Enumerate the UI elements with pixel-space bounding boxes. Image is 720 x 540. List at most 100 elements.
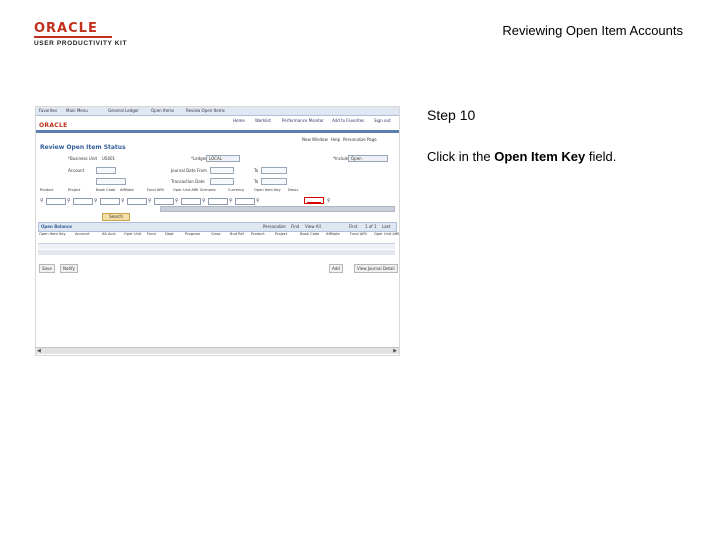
transaction-date-from-field[interactable]: [210, 178, 234, 185]
pager-range: 1 of 1: [365, 224, 377, 229]
step-instruction: Click in the Open Item Key field.: [427, 149, 616, 164]
table-row[interactable]: [38, 250, 395, 255]
lookup-icon[interactable]: ⚲: [256, 198, 260, 204]
journal-date-to-field[interactable]: [261, 167, 287, 174]
horizontal-scrollbar[interactable]: ◀ ▶: [36, 347, 399, 354]
ob-col: Product: [251, 232, 265, 236]
scenario-field[interactable]: [208, 198, 228, 205]
ob-col: Fund Affil: [350, 232, 367, 236]
header-home-link[interactable]: Home: [233, 118, 245, 123]
lookup-icon[interactable]: ⚲: [327, 198, 331, 204]
header-signout-link[interactable]: Sign out: [374, 118, 391, 123]
ob-col: Book Code: [300, 232, 320, 236]
instruction-emphasis: Open Item Key: [494, 149, 586, 164]
breadcrumb-bar: Favorites Main Menu General Ledger Open …: [36, 107, 399, 116]
nav-favorites[interactable]: Favorites: [39, 108, 57, 113]
business-unit-value[interactable]: US001: [102, 156, 115, 161]
search-button[interactable]: Search: [102, 213, 130, 221]
lookup-icon[interactable]: ⚲: [148, 198, 152, 204]
ob-col: Program: [185, 232, 201, 236]
ob-col: Account: [75, 232, 90, 236]
to-label: To: [254, 168, 259, 173]
col-open-item-key: Open Item Key: [254, 188, 281, 192]
col-descr: Descr: [288, 188, 299, 192]
header-favorites-link[interactable]: Add to Favorites: [332, 118, 364, 123]
view-all-link[interactable]: View All: [305, 224, 321, 229]
add-button[interactable]: Add: [329, 264, 343, 273]
nav-general-ledger[interactable]: General Ledger: [108, 108, 139, 113]
help-link[interactable]: Help: [331, 137, 340, 142]
nav-open-items[interactable]: Open Items: [151, 108, 174, 113]
save-button[interactable]: Save: [39, 264, 55, 273]
secondary-field[interactable]: [96, 178, 126, 185]
highlight-underline: [307, 202, 321, 203]
ob-col: Bud Ref: [230, 232, 244, 236]
ob-col: Oper Unit Affil: [374, 232, 400, 236]
personalize-page-link[interactable]: Personalize Page: [343, 137, 377, 142]
ledger-value: LOCAL: [209, 156, 222, 161]
col-affiliate: Affiliate: [120, 188, 134, 192]
oracle-wordmark: ORACLE: [34, 21, 98, 36]
include-value: Open: [351, 156, 362, 161]
notify-button[interactable]: Notify: [60, 264, 78, 273]
ob-col: Affiliate: [326, 232, 340, 236]
fund-affil-field[interactable]: [154, 198, 174, 205]
col-oper-unit-affil: Oper Unit Affil: [173, 188, 199, 192]
last-link[interactable]: Last: [382, 224, 390, 229]
col-fund-affil: Fund Affil: [147, 188, 164, 192]
journal-date-label: Journal Date From: [171, 168, 207, 173]
scroll-left-icon[interactable]: ◀: [37, 348, 41, 354]
nav-main-menu[interactable]: Main Menu: [66, 108, 88, 113]
project-field[interactable]: [73, 198, 93, 205]
lookup-icon[interactable]: ⚲: [67, 198, 71, 204]
oper-unit-affil-field[interactable]: [181, 198, 201, 205]
header-worklist-link[interactable]: Worklist: [255, 118, 271, 123]
logo-rule: [34, 36, 112, 38]
app-oracle-logo: ORACLE: [39, 122, 68, 129]
col-product: Product: [40, 188, 54, 192]
product-field[interactable]: [46, 198, 66, 205]
lookup-icon[interactable]: ⚲: [175, 198, 179, 204]
lookup-icon[interactable]: ⚲: [229, 198, 233, 204]
ob-col: Dept: [165, 232, 174, 236]
ob-col: Class: [211, 232, 221, 236]
affiliate-field[interactable]: [127, 198, 147, 205]
book-code-field[interactable]: [100, 198, 120, 205]
first-link[interactable]: First: [349, 224, 357, 229]
transaction-date-label: Transaction Date: [171, 179, 205, 184]
ob-col: Oper Unit: [124, 232, 142, 236]
ob-col: Alt Acct: [102, 232, 116, 236]
lookup-icon[interactable]: ⚲: [121, 198, 125, 204]
currency-field[interactable]: [235, 198, 255, 205]
personalize-link[interactable]: Personalize: [263, 224, 286, 229]
header-divider: [36, 130, 399, 133]
col-scenario: Scenario: [200, 188, 216, 192]
header-performance-link[interactable]: Performance Monitor: [282, 118, 324, 123]
chartfield-scrollbar[interactable]: [160, 206, 395, 212]
lookup-icon[interactable]: ⚲: [40, 198, 44, 204]
transaction-date-to-field[interactable]: [261, 178, 287, 185]
instruction-prefix: Click in the: [427, 149, 495, 164]
scroll-right-icon[interactable]: ▶: [393, 348, 397, 354]
ob-col: Project: [275, 232, 288, 236]
lookup-icon[interactable]: ⚲: [202, 198, 206, 204]
journal-date-from-field[interactable]: [210, 167, 234, 174]
chartfield-inputs-row: ⚲ ⚲ ⚲ ⚲ ⚲ ⚲ ⚲ ⚲ ⚲ ⚲: [40, 198, 393, 205]
account-label: Account: [68, 168, 85, 173]
table-row[interactable]: [38, 244, 395, 249]
new-window-link[interactable]: New Window: [302, 137, 328, 142]
ledger-label: *Ledger: [191, 156, 207, 161]
lookup-icon[interactable]: ⚲: [94, 198, 98, 204]
ob-col: Fund: [147, 232, 156, 236]
view-journal-detail-button[interactable]: View Journal Detail: [354, 264, 398, 273]
open-balance-title: Open Balance: [41, 224, 72, 229]
account-field[interactable]: [96, 167, 116, 174]
oracle-upk-logo: ORACLE USER PRODUCTIVITY KIT: [34, 22, 129, 47]
step-label: Step 10: [427, 107, 476, 123]
open-balance-columns: Open Item Key Account Alt Acct Oper Unit…: [38, 231, 399, 244]
upk-wordmark: USER PRODUCTIVITY KIT: [34, 40, 128, 47]
ob-col: Open Item Key: [39, 232, 66, 236]
page-title: Review Open Item Status: [40, 144, 126, 151]
nav-review-open-items[interactable]: Review Open Items: [186, 108, 225, 113]
find-link[interactable]: Find: [291, 224, 299, 229]
